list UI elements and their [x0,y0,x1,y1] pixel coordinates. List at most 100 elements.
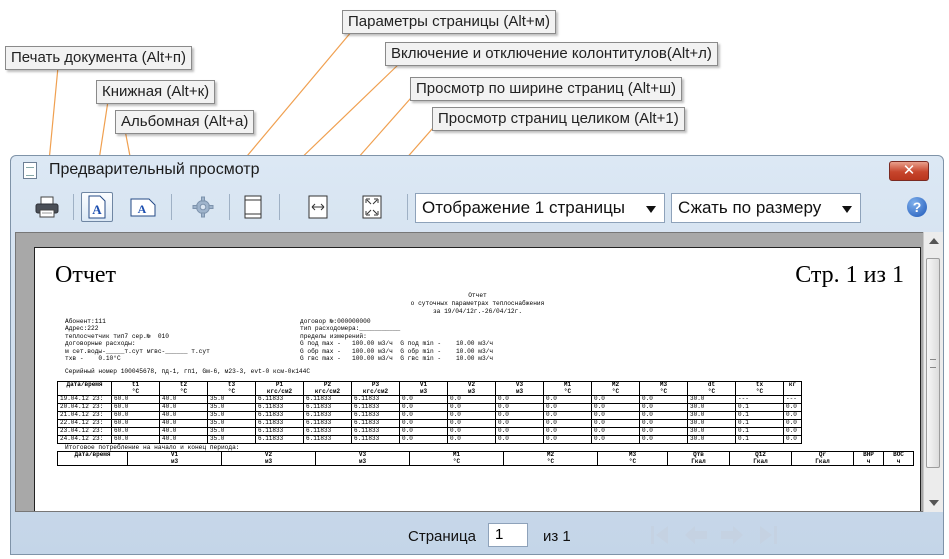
print-button[interactable] [31,192,63,222]
scrollbar-thumb[interactable] [926,258,940,468]
table-cell: 0.0 [399,411,448,421]
table-cell: 0.0 [543,427,592,437]
scroll-down-icon[interactable] [929,500,939,506]
table-cell: 6.11833 [351,395,400,405]
table-header-cell: V3 м3 [495,380,544,397]
table-cell: 0.0 [543,419,592,429]
table-cell: 23.04.12 23: [57,427,112,437]
table-cell: 0.1 [735,427,784,437]
page-setup-button[interactable] [187,192,219,222]
table-header-cell: t1 °C [111,380,160,397]
table-cell: 60.0 [111,419,160,429]
table-cell: 0.0 [639,435,688,445]
table-cell: 0.0 [543,411,592,421]
fit-page-icon [362,195,382,219]
table-cell: 30.0 [687,403,736,413]
last-page-icon[interactable] [755,522,781,548]
scroll-up-icon[interactable] [929,238,939,244]
table-cell: 19.04.12 23: [57,395,112,405]
table-cell: 0.0 [495,427,544,437]
table-cell: 0.0 [447,403,496,413]
table-cell: 30.0 [687,435,736,445]
callout-print: Печать документа (Alt+п) [5,46,192,70]
table-cell: 22.04.12 23: [57,419,112,429]
next-page-icon[interactable] [719,522,745,548]
table-cell: 0.0 [495,403,544,413]
table-header-cell: Дата/время [57,380,112,397]
table-cell: 40.0 [159,411,208,421]
table-cell: 6.11833 [351,435,400,445]
table-cell: 0.0 [399,395,448,405]
table-cell: 0.0 [495,395,544,405]
table-row: 23.04.12 23: 60.0 40.0 35.0 6.11833 6.11833 6.… [57,427,802,437]
table-cell: 35.0 [207,435,256,445]
svg-text:A: A [92,202,102,217]
table-header-cell: t2 °C [159,380,208,397]
header-footer-toggle-button[interactable] [237,192,269,222]
table-cell: 0.0 [447,419,496,429]
report-info-line: договорные расходы: [65,340,136,348]
report-info-line: Абонент:111 [65,318,106,325]
table-cell: 35.0 [207,411,256,421]
document-icon [23,162,37,179]
landscape-button[interactable]: A [127,192,159,222]
table-cell: 40.0 [159,403,208,413]
table-row: 21.04.12 23: 60.0 40.0 35.0 6.11833 6.11833 6.… [57,411,802,421]
table-cell: 6.11833 [351,403,400,413]
report-data-table: Дата/время t1 °C t2 °C t3 °C P1 кгс/см2 P2 кгс/см2… [57,380,802,445]
page-width-button[interactable] [302,192,334,222]
toolbar: A A Отображение 1 страницы Сжать по разм… [11,188,943,228]
table-cell: 6.11833 [303,403,352,413]
table-header-cell: tx °C [735,380,784,397]
report-info-line: теплосчетчик тип7 сер.№ 010 [65,332,169,340]
table-cell: 0.0 [495,411,544,421]
printer-icon [35,196,59,218]
table-cell: 30.0 [687,395,736,405]
whole-page-button[interactable] [356,192,388,222]
landscape-page-icon: A [130,198,156,217]
table-header-cell: V3 м3 [315,450,410,467]
window-title: Предварительный просмотр [49,161,260,178]
first-page-icon[interactable] [647,522,673,548]
table-header-cell: Qr Гкал [791,450,854,467]
table-header-cell: P1 кгс/см2 [255,380,304,397]
table-cell: 0.0 [783,435,802,445]
table-cell: 0.0 [495,419,544,429]
portrait-button[interactable]: A [81,192,113,222]
callout-whole-page: Просмотр страниц целиком (Alt+1) [432,107,685,131]
toolbar-separator [279,194,280,220]
table-cell: 21.04.12 23: [57,411,112,421]
report-info-right: договор №:000000000 тип расходомера:_____… [300,318,493,362]
toolbar-separator [407,194,408,220]
view-mode-select[interactable]: Отображение 1 страницы [415,193,665,223]
report-page: Отчет Стр. 1 из 1 Отчет о суточных парам… [34,247,921,511]
table-cell: 0.0 [495,435,544,445]
fit-mode-select[interactable]: Сжать по размеру [671,193,861,223]
table-cell: 6.11833 [303,411,352,421]
table-cell: 0.1 [735,435,784,445]
previous-page-icon[interactable] [683,522,709,548]
report-info-line: договор №:000000000 [300,318,371,325]
table-header-cell: ВНР ч [853,450,884,467]
table-cell: 60.0 [111,395,160,405]
table-header-cell: Q12 Гкал [729,450,792,467]
table-header-cell: t3 °C [207,380,256,397]
table-header-cell: ВОС ч [883,450,914,467]
table-cell: 30.0 [687,411,736,421]
table-cell: 0.0 [447,427,496,437]
table-cell: 6.11833 [255,395,304,405]
vertical-scrollbar[interactable] [923,232,943,512]
page-heading-left: Отчет [55,262,117,288]
table-cell: 0.0 [783,427,802,437]
table-cell: 35.0 [207,395,256,405]
table-cell: 30.0 [687,419,736,429]
table-cell: 0.1 [735,403,784,413]
table-cell: 0.0 [639,395,688,405]
table-header-cell: V1 м3 [399,380,448,397]
table-cell: 0.0 [591,395,640,405]
table-header-cell: Qтв Гкал [667,450,730,467]
close-button[interactable]: ✕ [889,161,929,181]
table-cell: 6.11833 [255,419,304,429]
page-number-input[interactable]: 1 [488,523,528,547]
help-button[interactable]: ? [907,197,927,217]
